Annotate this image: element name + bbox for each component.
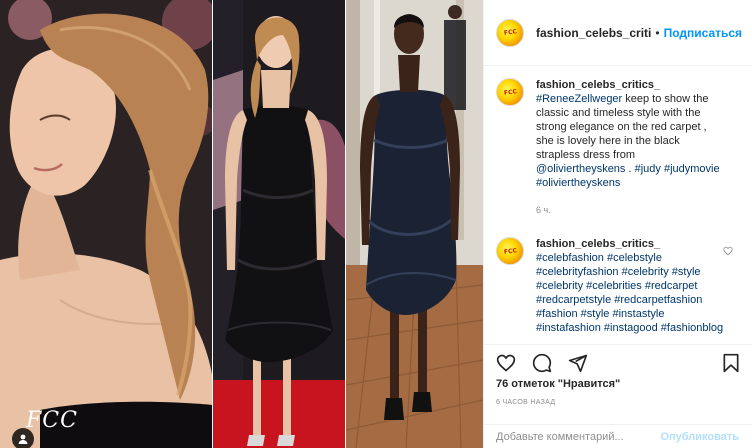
caption-text: #ReneeZellweger keep to show the classic… xyxy=(536,92,726,190)
user-tag-icon xyxy=(18,434,28,444)
comment-icon[interactable] xyxy=(530,351,554,375)
publish-button[interactable]: Опубликовать xyxy=(660,431,739,443)
hashtag-link[interactable]: #celebfashion xyxy=(536,252,604,264)
comment-input[interactable] xyxy=(496,430,661,443)
comment-username[interactable]: fashion_celebs_critics_ xyxy=(536,237,726,251)
portrait-illustration xyxy=(0,0,213,448)
likes-count[interactable]: 76 отметок "Нравится" xyxy=(496,378,620,390)
avatar-logo-text: FCC xyxy=(503,87,517,97)
caption-tag-link[interactable]: #ReneeZellweger xyxy=(536,93,622,105)
image-panel-portrait: FCC xyxy=(0,0,213,448)
runway-illustration xyxy=(346,0,483,448)
comment-body: fashion_celebs_critics_ #celebfashion #c… xyxy=(536,237,726,335)
caption-body: fashion_celebs_critics_ #ReneeZellweger … xyxy=(536,78,726,217)
hashtag-link[interactable]: #celebstyle xyxy=(607,252,662,264)
share-icon[interactable] xyxy=(566,351,590,375)
hashtag-link[interactable]: #style xyxy=(672,266,701,278)
hashtag-link[interactable]: #fashion xyxy=(536,308,578,320)
hashtag-link[interactable]: #redcarpet xyxy=(645,280,698,292)
caption-tag-link[interactable]: #judy xyxy=(635,163,661,175)
hashtag-link[interactable]: #fashionblog xyxy=(661,322,723,334)
comment-avatar[interactable]: FCC xyxy=(496,78,524,106)
caption-tag-link[interactable]: #judymovie xyxy=(664,163,720,175)
user-tag-button[interactable] xyxy=(12,428,34,448)
post-image-collage[interactable]: FCC xyxy=(0,0,483,448)
author-username[interactable]: fashion_celebs_criti xyxy=(536,26,651,40)
caption-comment: FCC fashion_celebs_critics_ #ReneeZellwe… xyxy=(496,78,737,217)
hashtag-link[interactable]: #style xyxy=(581,308,610,320)
author-avatar[interactable]: FCC xyxy=(496,18,524,47)
bookmark-icon[interactable] xyxy=(719,351,743,375)
add-comment-form: Опубликовать xyxy=(484,424,752,448)
separator-dot: • xyxy=(655,25,660,40)
red-carpet-illustration xyxy=(213,0,346,448)
post-details-panel: FCC fashion_celebs_criti • Подписаться F… xyxy=(483,0,752,448)
hashtag-link[interactable]: #celebrityfashion xyxy=(536,266,619,278)
hashtag-link[interactable]: #celebrity xyxy=(622,266,669,278)
small-heart-icon[interactable] xyxy=(723,243,733,261)
comments-list[interactable]: FCC fashion_celebs_critics_ #ReneeZellwe… xyxy=(484,66,752,344)
caption-username[interactable]: fashion_celebs_critics_ xyxy=(536,78,726,92)
caption-text-segment: . xyxy=(625,163,635,175)
post-timestamp[interactable]: 6 ЧАСОВ НАЗАД xyxy=(496,399,555,406)
comment-avatar[interactable]: FCC xyxy=(496,237,524,265)
follow-button[interactable]: Подписаться xyxy=(664,26,742,40)
hashtag-link[interactable]: #instastyle xyxy=(612,308,664,320)
caption-time[interactable]: 6 ч. xyxy=(536,203,726,217)
image-panel-red-carpet xyxy=(213,0,346,448)
watermark-text: FCC xyxy=(26,408,78,433)
instagram-post: FCC FCC fashion_celebs_criti • Подписать… xyxy=(0,0,752,448)
heart-icon[interactable] xyxy=(494,351,518,375)
action-bar xyxy=(484,344,752,380)
hashtag-link[interactable]: #celebrity xyxy=(536,280,583,292)
hashtag-link[interactable]: #instafashion xyxy=(536,322,601,334)
comment-hashtags: #celebfashion #celebstyle #celebrityfash… xyxy=(536,251,726,335)
avatar-logo-text: FCC xyxy=(503,246,517,256)
caption-tag-link[interactable]: @oliviertheyskens xyxy=(536,163,625,175)
post-header: FCC fashion_celebs_criti • Подписаться xyxy=(484,0,752,66)
hashtag-link[interactable]: #redcarpetstyle xyxy=(536,294,611,306)
image-panel-runway xyxy=(346,0,483,448)
avatar-logo-text: FCC xyxy=(503,28,517,37)
hashtag-link[interactable]: #redcarpetfashion xyxy=(614,294,702,306)
hashtag-comment: FCC fashion_celebs_critics_ #celebfashio… xyxy=(496,237,737,335)
caption-tag-link[interactable]: #oliviertheyskens xyxy=(536,177,620,189)
hashtag-link[interactable]: #instagood xyxy=(604,322,658,334)
hashtag-link[interactable]: #celebrities xyxy=(586,280,642,292)
